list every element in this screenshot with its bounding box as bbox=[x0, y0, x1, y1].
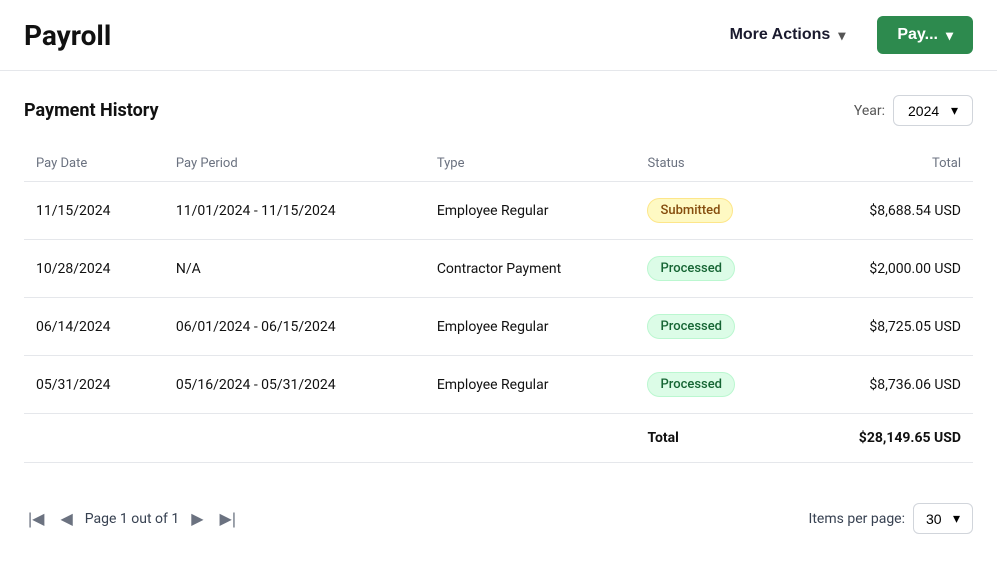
header-actions: More Actions ▾ Pay... ▾ bbox=[710, 16, 973, 54]
cell-type: Employee Regular bbox=[425, 356, 636, 414]
items-per-page-section: Items per page: 30 ▾ bbox=[809, 503, 973, 534]
status-badge: Submitted bbox=[647, 198, 733, 223]
cell-status: Processed bbox=[635, 356, 793, 414]
page-title: Payroll bbox=[24, 19, 111, 52]
status-badge: Processed bbox=[647, 372, 735, 397]
cell-pay-period: 05/16/2024 - 05/31/2024 bbox=[164, 356, 425, 414]
col-total: Total bbox=[794, 146, 973, 182]
pagination: |◀ ◀ Page 1 out of 1 ▶ ▶| bbox=[24, 507, 240, 531]
more-actions-button[interactable]: More Actions ▾ bbox=[710, 16, 866, 54]
items-per-page-chevron-icon: ▾ bbox=[953, 510, 960, 527]
cell-type: Employee Regular bbox=[425, 298, 636, 356]
cell-pay-date: 06/14/2024 bbox=[24, 298, 164, 356]
cell-pay-date: 05/31/2024 bbox=[24, 356, 164, 414]
table-row[interactable]: 05/31/2024 05/16/2024 - 05/31/2024 Emplo… bbox=[24, 356, 973, 414]
col-status: Status bbox=[635, 146, 793, 182]
items-per-page-dropdown[interactable]: 30 ▾ bbox=[913, 503, 973, 534]
cell-status: Submitted bbox=[635, 182, 793, 240]
items-per-page-value: 30 bbox=[926, 511, 942, 527]
cell-pay-period: 11/01/2024 - 11/15/2024 bbox=[164, 182, 425, 240]
year-dropdown[interactable]: 2024 ▾ bbox=[893, 95, 973, 126]
cell-total: $8,736.06 USD bbox=[794, 356, 973, 414]
cell-total: $2,000.00 USD bbox=[794, 240, 973, 298]
total-value: $28,149.65 USD bbox=[794, 414, 973, 463]
col-pay-date: Pay Date bbox=[24, 146, 164, 182]
col-pay-period: Pay Period bbox=[164, 146, 425, 182]
cell-pay-period: 06/01/2024 - 06/15/2024 bbox=[164, 298, 425, 356]
status-badge: Processed bbox=[647, 256, 735, 281]
cell-status: Processed bbox=[635, 240, 793, 298]
section-title: Payment History bbox=[24, 100, 159, 121]
year-selector: Year: 2024 ▾ bbox=[854, 95, 973, 126]
section-header: Payment History Year: 2024 ▾ bbox=[24, 95, 973, 126]
prev-page-button[interactable]: ◀ bbox=[56, 507, 76, 531]
first-page-button[interactable]: |◀ bbox=[24, 507, 48, 531]
table-row[interactable]: 10/28/2024 N/A Contractor Payment Proces… bbox=[24, 240, 973, 298]
cell-pay-date: 11/15/2024 bbox=[24, 182, 164, 240]
cell-type: Contractor Payment bbox=[425, 240, 636, 298]
cell-total: $8,725.05 USD bbox=[794, 298, 973, 356]
more-actions-chevron-icon: ▾ bbox=[838, 27, 845, 44]
year-value: 2024 bbox=[908, 103, 939, 119]
cell-pay-date: 10/28/2024 bbox=[24, 240, 164, 298]
table-row[interactable]: 06/14/2024 06/01/2024 - 06/15/2024 Emplo… bbox=[24, 298, 973, 356]
cell-type: Employee Regular bbox=[425, 182, 636, 240]
last-page-button[interactable]: ▶| bbox=[216, 507, 240, 531]
table-header-row: Pay Date Pay Period Type Status Total bbox=[24, 146, 973, 182]
main-content: Payment History Year: 2024 ▾ Pay Date Pa… bbox=[0, 71, 997, 487]
page-header: Payroll More Actions ▾ Pay... ▾ bbox=[0, 0, 997, 71]
pay-button[interactable]: Pay... ▾ bbox=[877, 16, 973, 54]
status-badge: Processed bbox=[647, 314, 735, 339]
total-row: Total $28,149.65 USD bbox=[24, 414, 973, 463]
pay-button-chevron-icon: ▾ bbox=[946, 27, 953, 44]
pay-button-label: Pay... bbox=[897, 26, 938, 44]
total-spacer bbox=[24, 414, 635, 463]
year-label: Year: bbox=[854, 103, 885, 119]
payment-history-table: Pay Date Pay Period Type Status Total 11… bbox=[24, 146, 973, 463]
col-type: Type bbox=[425, 146, 636, 182]
table-row[interactable]: 11/15/2024 11/01/2024 - 11/15/2024 Emplo… bbox=[24, 182, 973, 240]
table-footer: |◀ ◀ Page 1 out of 1 ▶ ▶| Items per page… bbox=[0, 487, 997, 542]
page-info: Page 1 out of 1 bbox=[85, 511, 179, 527]
items-per-page-label: Items per page: bbox=[809, 511, 905, 527]
cell-pay-period: N/A bbox=[164, 240, 425, 298]
year-chevron-icon: ▾ bbox=[951, 102, 958, 119]
cell-total: $8,688.54 USD bbox=[794, 182, 973, 240]
next-page-button[interactable]: ▶ bbox=[187, 507, 207, 531]
cell-status: Processed bbox=[635, 298, 793, 356]
total-label: Total bbox=[635, 414, 793, 463]
more-actions-label: More Actions bbox=[730, 26, 831, 44]
